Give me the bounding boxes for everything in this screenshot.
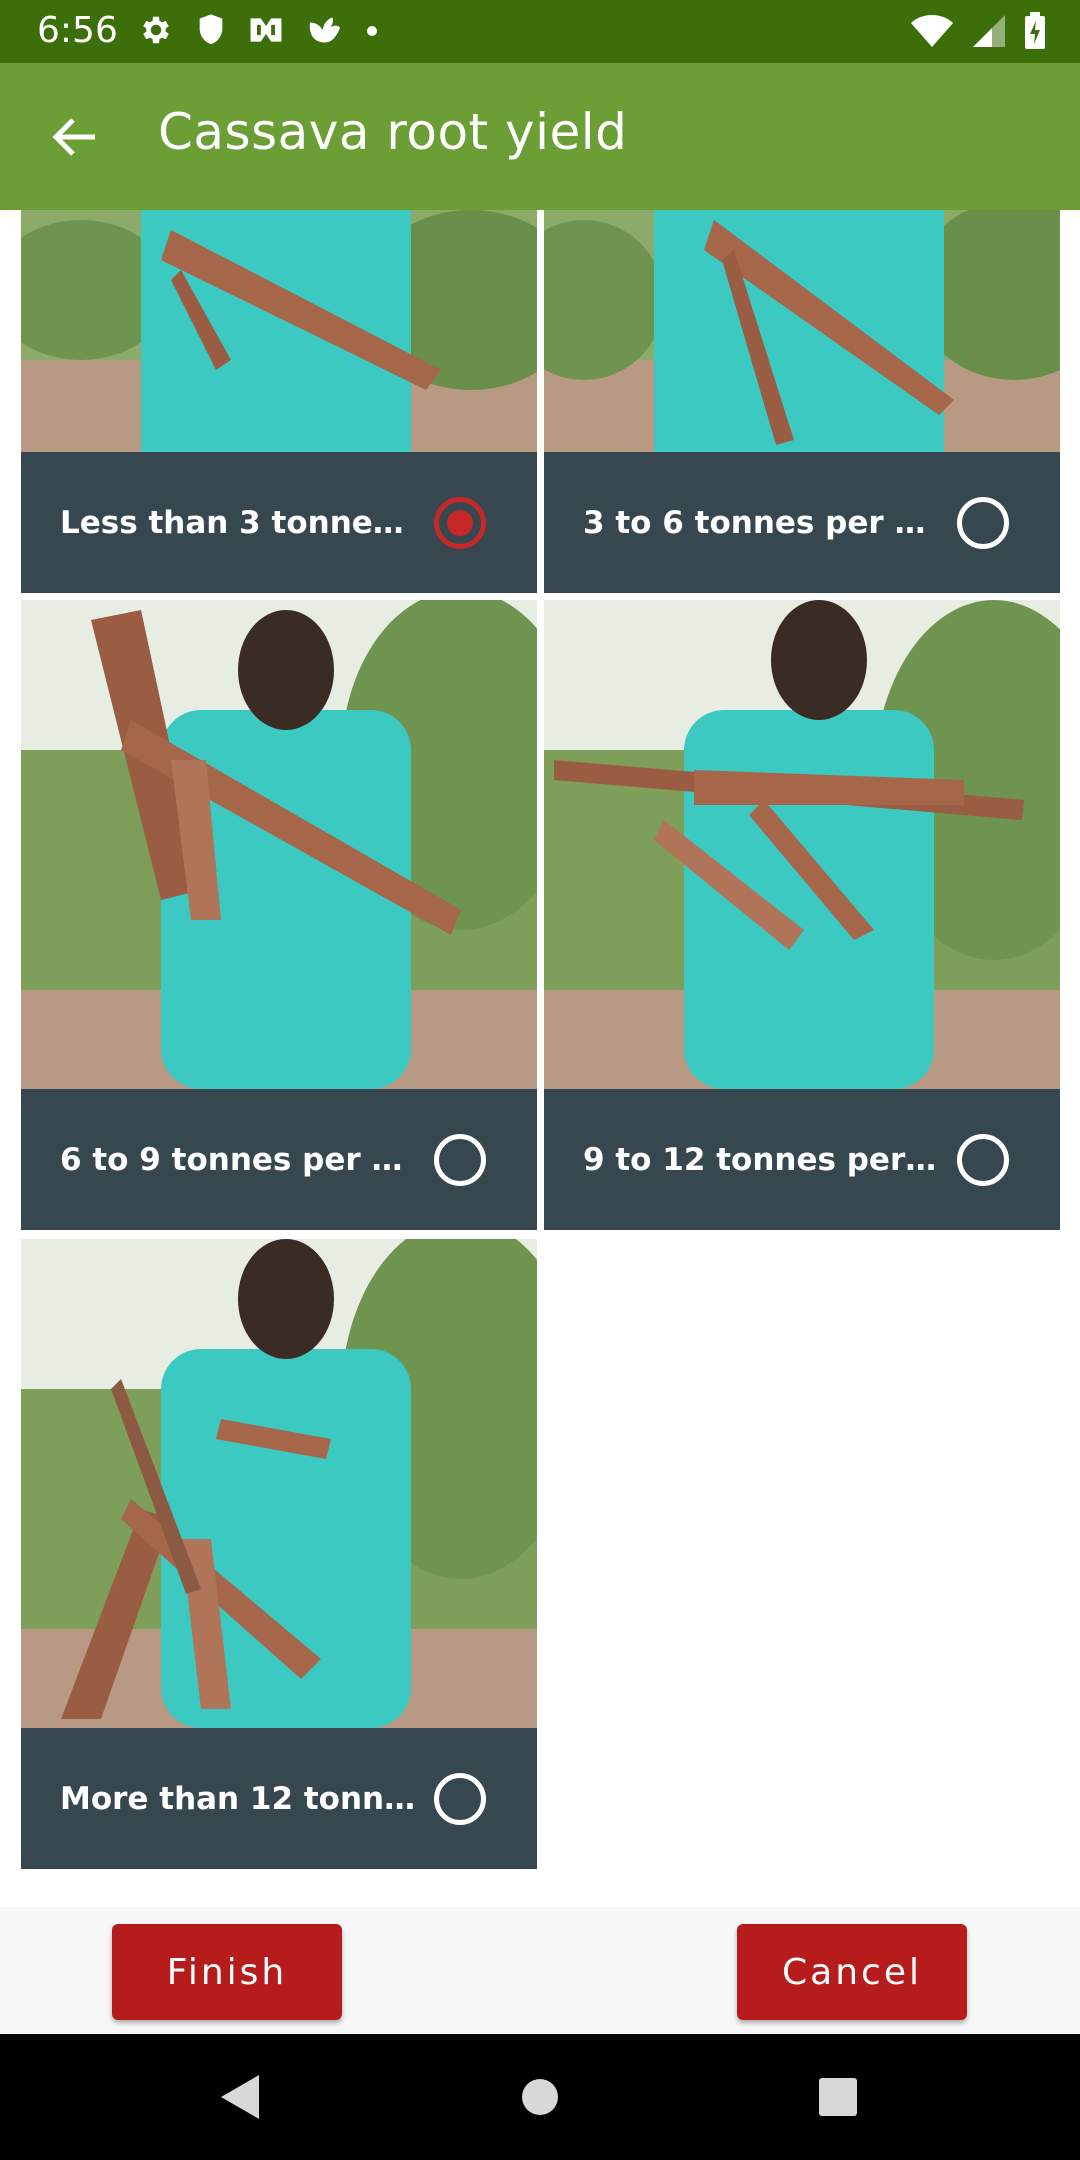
nav-home-button[interactable]	[507, 2064, 573, 2130]
recents-square-icon	[819, 2078, 857, 2116]
option-label: 9 to 12 tonnes per a...	[583, 1142, 943, 1178]
cassava-photo	[21, 1239, 537, 1728]
system-nav-bar	[0, 2034, 1080, 2160]
cassava-photo	[544, 210, 1060, 452]
home-circle-icon	[522, 2079, 558, 2115]
cassava-photo	[21, 600, 537, 1089]
cassava-photo	[544, 600, 1060, 1089]
app-icon	[248, 15, 284, 50]
option-label-bar: 3 to 6 tonnes per acre	[544, 452, 1060, 593]
option-card-3-to-6[interactable]: 3 to 6 tonnes per acre	[544, 210, 1060, 593]
status-time: 6:56	[37, 10, 118, 51]
shield-icon	[196, 13, 226, 52]
signal-icon	[972, 14, 1006, 53]
wifi-icon	[910, 14, 954, 53]
arrow-left-icon	[52, 118, 95, 156]
status-bar: 6:56	[0, 0, 1080, 63]
battery-icon	[1024, 12, 1046, 55]
radio-button[interactable]	[957, 1134, 1009, 1186]
option-label: More than 12 tonne...	[60, 1781, 420, 1817]
radio-button[interactable]	[957, 497, 1009, 549]
option-grid: Less than 3 tonnes... 3 to 6 tonnes per …	[0, 210, 1080, 1907]
option-label-bar: More than 12 tonne...	[21, 1728, 537, 1869]
cancel-button[interactable]: Cancel	[737, 1924, 967, 2020]
finish-button[interactable]: Finish	[112, 1924, 342, 2020]
option-card-less-than-3[interactable]: Less than 3 tonnes...	[21, 210, 537, 593]
radio-button[interactable]	[434, 1773, 486, 1825]
nav-back-button[interactable]	[206, 2064, 272, 2130]
option-card-more-than-12[interactable]: More than 12 tonne...	[21, 1239, 537, 1869]
cassava-photo	[21, 210, 537, 452]
page-title: Cassava root yield	[158, 103, 628, 161]
back-button[interactable]	[38, 105, 110, 169]
option-label: Less than 3 tonnes...	[60, 505, 420, 541]
radio-button-selected[interactable]	[434, 497, 486, 549]
action-bar: Finish Cancel	[0, 1907, 1080, 2034]
option-label: 6 to 9 tonnes per acre	[60, 1142, 420, 1178]
option-label-bar: 9 to 12 tonnes per a...	[544, 1089, 1060, 1230]
dot-icon	[366, 24, 378, 42]
option-label: 3 to 6 tonnes per acre	[583, 505, 943, 541]
gear-icon	[138, 12, 174, 53]
radio-button[interactable]	[434, 1134, 486, 1186]
option-card-9-to-12[interactable]: 9 to 12 tonnes per a...	[544, 600, 1060, 1230]
nav-recents-button[interactable]	[805, 2064, 871, 2130]
option-label-bar: 6 to 9 tonnes per acre	[21, 1089, 537, 1230]
app-bar: Cassava root yield	[0, 63, 1080, 210]
option-label-bar: Less than 3 tonnes...	[21, 452, 537, 593]
option-card-6-to-9[interactable]: 6 to 9 tonnes per acre	[21, 600, 537, 1230]
back-triangle-icon	[221, 2075, 259, 2119]
leaf-icon	[306, 15, 344, 50]
